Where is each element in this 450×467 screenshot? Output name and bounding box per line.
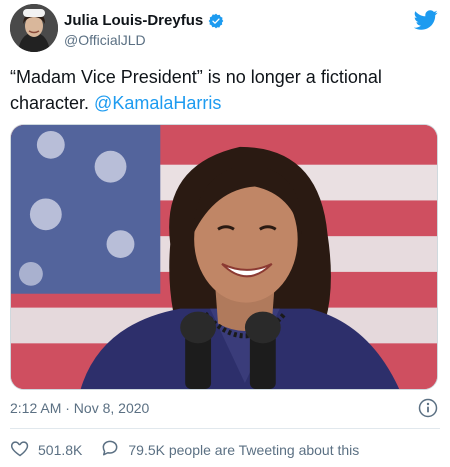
speech-bubble-icon xyxy=(100,438,120,461)
like-count: 501.8K xyxy=(38,441,83,458)
like-button[interactable]: 501.8K xyxy=(10,438,82,461)
author-handle[interactable]: @OfficialJLD xyxy=(64,32,146,48)
author-display-name[interactable]: Julia Louis-Dreyfus xyxy=(64,12,203,29)
reply-text: 79.5K people are Tweeting about this xyxy=(128,441,360,458)
mention-link[interactable]: @KamalaHarris xyxy=(94,93,221,113)
tweet-timestamp[interactable]: 2:12 AM · Nov 8, 2020 xyxy=(10,400,149,416)
info-icon[interactable] xyxy=(418,398,438,418)
reply-button[interactable]: 79.5K people are Tweeting about this xyxy=(100,438,359,461)
tweet-card: Julia Louis-Dreyfus @OfficialJLD “Madam … xyxy=(0,0,450,467)
tweet-actions: 501.8K 79.5K people are Tweeting about t… xyxy=(10,438,377,461)
divider xyxy=(10,428,440,429)
tweet-photo[interactable] xyxy=(10,124,438,390)
avatar[interactable] xyxy=(10,4,58,52)
heart-icon xyxy=(10,438,30,461)
twitter-bird-icon[interactable] xyxy=(413,8,438,32)
tweet-text: “Madam Vice President” is no longer a fi… xyxy=(10,64,440,116)
verified-badge-icon xyxy=(208,13,224,29)
author-name-row[interactable]: Julia Louis-Dreyfus xyxy=(64,12,224,29)
